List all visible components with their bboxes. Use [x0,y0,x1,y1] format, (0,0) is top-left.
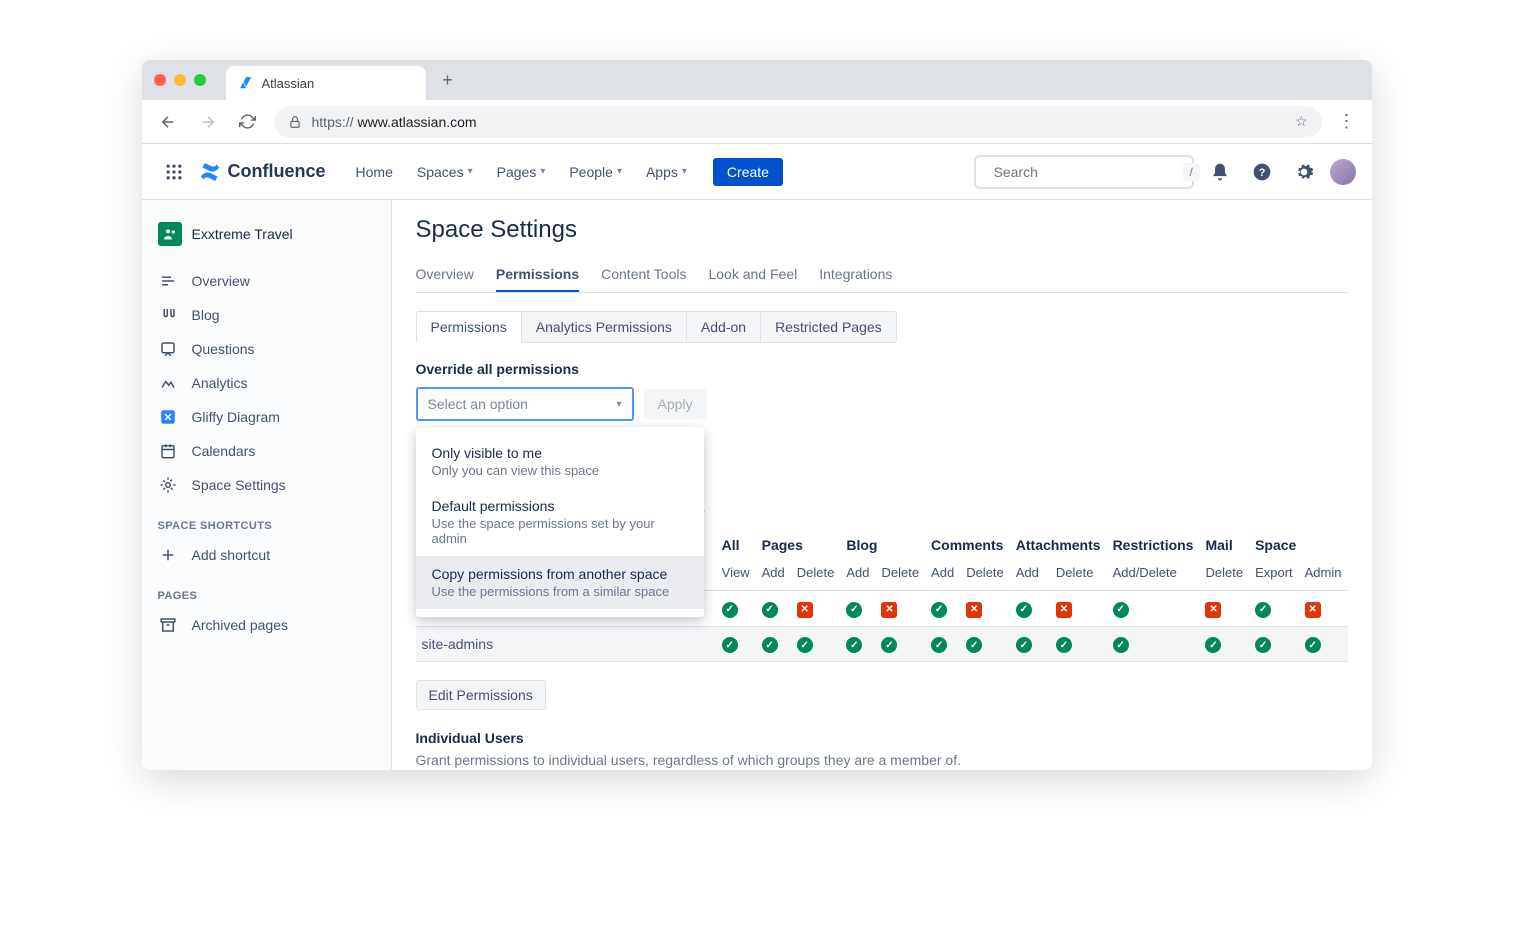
search-input[interactable] [994,164,1175,180]
new-tab-button[interactable]: + [434,66,462,94]
subtab-add-on[interactable]: Add-on [687,311,761,343]
sidebar-add-shortcut[interactable]: Add shortcut [150,538,383,572]
tab-look-and-feel[interactable]: Look and Feel [708,258,797,292]
nav-home[interactable]: Home [346,158,403,186]
archive-icon [158,615,178,635]
notifications-icon[interactable] [1204,156,1236,188]
page-title: Space Settings [416,216,1348,244]
confluence-logo[interactable]: Confluence [198,160,326,184]
settings-tabs: Overview Permissions Content Tools Look and… [416,258,1348,293]
sidebar-item-overview[interactable]: Overview [150,264,383,298]
dropdown-option-1[interactable]: Default permissionsUse the space permiss… [416,488,704,556]
maximize-window-button[interactable] [194,74,206,86]
nav-apps[interactable]: Apps▾ [636,158,697,186]
space-header[interactable]: Exxtreme Travel [150,216,383,252]
url-protocol: https:// [312,114,354,130]
back-button[interactable] [154,108,182,136]
search-box[interactable]: / [974,155,1194,189]
sidebar-item-space-settings[interactable]: Space Settings [150,468,383,502]
url-host: www.atlassian.com [358,114,477,130]
users-section-header: Individual Users [416,730,1348,746]
app-switcher-icon[interactable] [158,156,190,188]
tab-title: Atlassian [262,76,315,91]
tab-permissions[interactable]: Permissions [496,258,579,292]
browser-tab[interactable]: Atlassian [226,66,426,100]
nav-people[interactable]: People▾ [559,158,632,186]
subtab-restricted-pages[interactable]: Restricted Pages [761,311,897,343]
create-button[interactable]: Create [713,158,783,186]
svg-text:?: ? [1258,167,1265,179]
chevron-down-icon: ▾ [616,399,621,410]
subtab-analytics-permissions[interactable]: Analytics Permissions [522,311,687,343]
permission-subtabs: PermissionsAnalytics PermissionsAdd-onRe… [416,311,1348,343]
forward-button[interactable] [194,108,222,136]
sidebar-item-blog[interactable]: Blog [150,298,383,332]
close-window-button[interactable] [154,74,166,86]
override-label: Override all permissions [416,361,1348,377]
confluence-logo-icon [198,160,222,184]
sidebar-section-shortcuts: SPACE SHORTCUTS [150,502,383,538]
users-section-desc: Grant permissions to individual users, r… [416,752,1348,768]
space-name: Exxtreme Travel [192,226,293,242]
sidebar-archived-pages[interactable]: Archived pages [150,608,383,642]
space-icon [158,222,182,246]
override-select[interactable]: Select an option ▾ Only visible to meOnl… [416,387,634,421]
dropdown-option-0[interactable]: Only visible to meOnly you can view this… [416,435,704,488]
atlassian-favicon-icon [238,75,254,91]
minimize-window-button[interactable] [174,74,186,86]
sidebar-item-calendars[interactable]: Calendars [150,434,383,468]
sidebar-item-analytics[interactable]: Analytics [150,366,383,400]
traffic-lights [154,74,206,86]
tab-integrations[interactable]: Integrations [819,258,892,292]
override-dropdown: Only visible to meOnly you can view this… [416,427,704,617]
browser-menu-button[interactable]: ⋮ [1334,111,1360,132]
search-keyboard-shortcut: / [1183,163,1200,181]
apply-button[interactable]: Apply [644,389,707,419]
lock-icon [288,115,302,129]
sidebar-section-pages: PAGES [150,572,383,608]
url-bar[interactable]: https:// www.atlassian.com ☆ [274,106,1322,138]
tab-content-tools[interactable]: Content Tools [601,258,686,292]
reload-button[interactable] [234,108,262,136]
browser-tab-strip: Atlassian + [142,60,1372,100]
settings-gear-icon[interactable] [1288,156,1320,188]
plus-icon [158,545,178,565]
sidebar-item-questions[interactable]: Questions [150,332,383,366]
help-icon[interactable]: ? [1246,156,1278,188]
app-header: Confluence HomeSpaces▾Pages▾People▾Apps▾… [142,144,1372,200]
bookmark-star-icon[interactable]: ☆ [1295,113,1308,130]
tab-overview[interactable]: Overview [416,258,474,292]
dropdown-option-2[interactable]: Copy permissions from another spaceUse t… [416,556,704,609]
browser-toolbar: https:// www.atlassian.com ☆ ⋮ [142,100,1372,144]
sidebar-item-gliffy-diagram[interactable]: Gliffy Diagram [150,400,383,434]
sidebar: Exxtreme Travel OverviewBlogQuestionsAna… [142,200,392,770]
content: Space Settings Overview Permissions Conten… [392,200,1372,770]
table-row: site-admins✓✓✓✓✓✓✓✓✓✓✓✓✓ [416,626,1348,662]
top-nav: HomeSpaces▾Pages▾People▾Apps▾ [346,158,697,186]
subtab-permissions[interactable]: Permissions [416,311,522,343]
nav-spaces[interactable]: Spaces▾ [407,158,483,186]
edit-permissions-button[interactable]: Edit Permissions [416,680,546,710]
user-avatar[interactable] [1330,159,1356,185]
logo-text: Confluence [228,161,326,182]
nav-pages[interactable]: Pages▾ [487,158,556,186]
